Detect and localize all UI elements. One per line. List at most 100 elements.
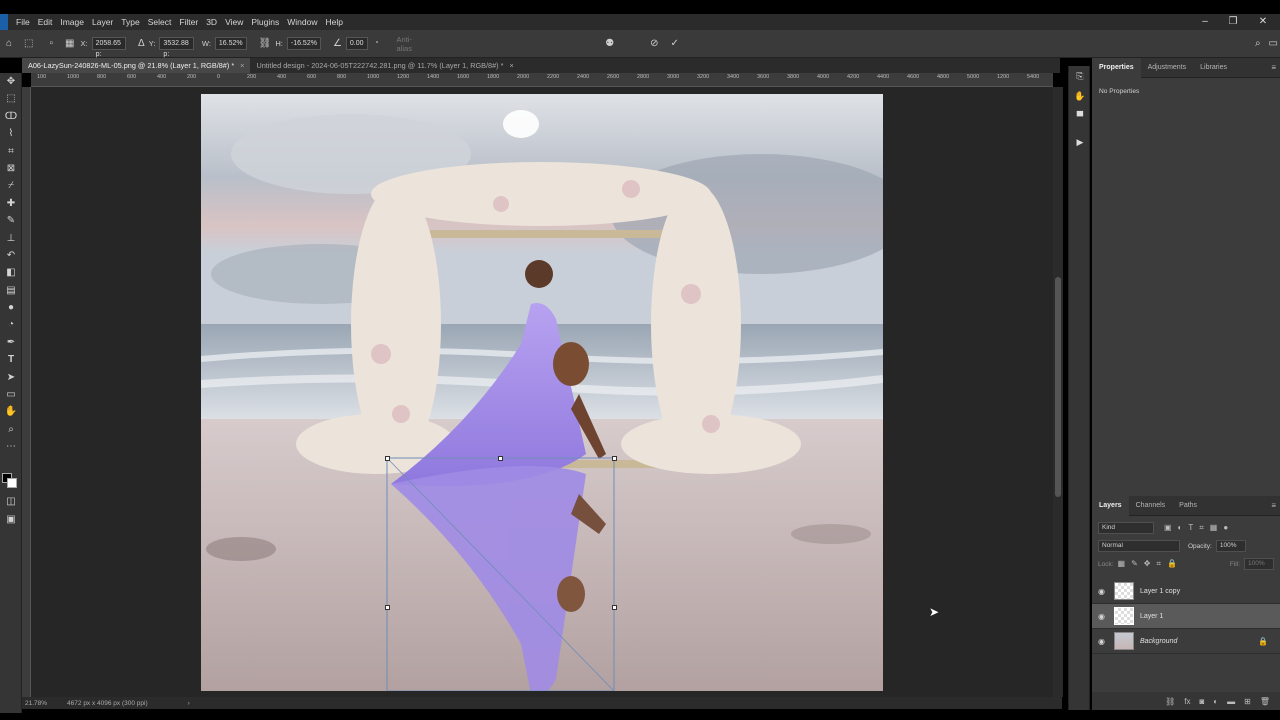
- y-field[interactable]: 3532.88 p:: [159, 37, 194, 58]
- menu-help[interactable]: Help: [321, 14, 346, 30]
- status-arrow-icon[interactable]: ›: [188, 700, 190, 707]
- angle-field[interactable]: 0.00: [345, 37, 368, 50]
- document-artwork[interactable]: [201, 94, 883, 691]
- menu-plugins[interactable]: Plugins: [247, 14, 283, 30]
- quick-select-tool-icon[interactable]: ⌇: [0, 125, 22, 142]
- screen-mode-icon[interactable]: ▣: [0, 511, 22, 528]
- crop-tool-icon[interactable]: ⌗: [0, 143, 22, 160]
- dodge-tool-icon[interactable]: ◔: [0, 316, 22, 333]
- lock-icons[interactable]: ▦✎✥⌗🔒: [1118, 559, 1183, 569]
- panel-menu-icon[interactable]: ≡: [1271, 63, 1276, 72]
- transform-handle[interactable]: [612, 456, 617, 461]
- menu-3d[interactable]: 3D: [202, 14, 221, 30]
- adjustment-layer-icon[interactable]: ◐: [1213, 697, 1218, 706]
- antialias-checkbox-label[interactable]: Anti-alias: [397, 35, 422, 53]
- close-window-icon[interactable]: ✕: [1248, 14, 1278, 30]
- layer-row-layer-1[interactable]: ◉ Layer 1: [1092, 604, 1280, 629]
- healing-brush-icon[interactable]: ✚: [0, 195, 22, 212]
- blur-tool-icon[interactable]: ●: [0, 299, 22, 316]
- eraser-tool-icon[interactable]: ◧: [0, 264, 22, 281]
- scrollbar-thumb[interactable]: [1055, 277, 1061, 497]
- add-mask-icon[interactable]: ◙: [1199, 697, 1204, 706]
- link-layers-icon[interactable]: ⛓: [1165, 697, 1175, 706]
- h-field[interactable]: -16.52%: [286, 37, 321, 50]
- vertical-ruler[interactable]: [22, 87, 31, 697]
- minimize-icon[interactable]: –: [1190, 14, 1220, 30]
- frame-tool-icon[interactable]: ⊠: [0, 160, 22, 177]
- tab-channels[interactable]: Channels: [1129, 496, 1173, 516]
- tab-adjustments[interactable]: Adjustments: [1141, 58, 1194, 78]
- menu-edit[interactable]: Edit: [34, 14, 57, 30]
- restore-icon[interactable]: ❐: [1218, 14, 1248, 30]
- menu-file[interactable]: File: [12, 14, 34, 30]
- cancel-transform-icon[interactable]: ⊘: [650, 38, 658, 49]
- new-group-icon[interactable]: ▬: [1227, 697, 1235, 706]
- quick-mask-icon[interactable]: ◫: [0, 493, 22, 510]
- history-brush-icon[interactable]: ↶: [0, 247, 22, 264]
- hand-tool-icon[interactable]: ✋: [0, 403, 22, 420]
- blend-mode-select[interactable]: Normal: [1098, 540, 1180, 552]
- menu-layer[interactable]: Layer: [88, 14, 117, 30]
- horizontal-ruler[interactable]: 100 1000 800 600 400 200 0 200 400 600 800 1000 1200…: [31, 73, 1053, 87]
- workspace-icon[interactable]: ▭: [1269, 38, 1278, 49]
- brush-panel-icon[interactable]: ✋: [1069, 86, 1091, 106]
- tab-close-icon[interactable]: ×: [509, 61, 513, 70]
- reference-point-icon[interactable]: ▫: [50, 38, 54, 49]
- tab-libraries[interactable]: Libraries: [1193, 58, 1234, 78]
- new-layer-icon[interactable]: ⊞: [1244, 697, 1251, 706]
- menu-image[interactable]: Image: [56, 14, 88, 30]
- gradient-tool-icon[interactable]: ▤: [0, 282, 22, 299]
- layer-row-layer-1-copy[interactable]: ◉ Layer 1 copy: [1092, 579, 1280, 604]
- zoom-tool-icon[interactable]: ⌕: [0, 421, 22, 438]
- layer-kind-filter[interactable]: Kind: [1098, 522, 1154, 534]
- eyedropper-tool-icon[interactable]: ⌿: [0, 177, 22, 194]
- w-field[interactable]: 16.52%: [214, 37, 247, 50]
- visibility-eye-icon[interactable]: ◉: [1098, 637, 1110, 646]
- tab-document-1[interactable]: A06-LazySun-240826-ML-05.png @ 21.8% (La…: [22, 58, 251, 73]
- menu-window[interactable]: Window: [283, 14, 321, 30]
- canvas-area[interactable]: ➤: [31, 87, 1053, 697]
- menu-type[interactable]: Type: [117, 14, 143, 30]
- search-icon[interactable]: ⌕: [1255, 38, 1261, 49]
- transform-handle[interactable]: [385, 605, 390, 610]
- lock-icon[interactable]: 🔒: [1258, 637, 1268, 646]
- tab-paths[interactable]: Paths: [1172, 496, 1204, 516]
- zoom-level[interactable]: 21.78%: [25, 700, 47, 707]
- more-tools-icon[interactable]: ⋯: [0, 438, 22, 455]
- panel-menu-icon[interactable]: ≡: [1271, 501, 1276, 510]
- menu-select[interactable]: Select: [144, 14, 176, 30]
- history-panel-icon[interactable]: ⎘: [1069, 66, 1091, 86]
- marquee-tool-icon[interactable]: ⬚: [0, 90, 22, 107]
- menu-view[interactable]: View: [221, 14, 247, 30]
- fill-field[interactable]: 100%: [1244, 558, 1274, 570]
- filter-icons[interactable]: ▣◐T⌗▦●: [1164, 523, 1234, 533]
- background-color-swatch[interactable]: [7, 478, 17, 488]
- warp-icon[interactable]: ⚉: [605, 38, 614, 49]
- opacity-field[interactable]: 100%: [1215, 540, 1246, 552]
- transform-handle[interactable]: [385, 456, 390, 461]
- layer-row-background[interactable]: ◉ Background 🔒: [1092, 629, 1280, 654]
- move-tool-icon[interactable]: ✥: [0, 73, 22, 90]
- brush-tool-icon[interactable]: ✎: [0, 212, 22, 229]
- grid-icon[interactable]: ▦: [65, 38, 74, 49]
- lasso-tool-icon[interactable]: ↀ: [0, 108, 22, 125]
- tab-document-2[interactable]: Untitled design - 2024-06-05T222742.281.…: [250, 58, 519, 73]
- tab-layers[interactable]: Layers: [1092, 495, 1129, 516]
- transform-tool-icon[interactable]: ⬚: [24, 38, 33, 49]
- pen-tool-icon[interactable]: ✒: [0, 334, 22, 351]
- x-field[interactable]: 2058.65 p:: [91, 37, 127, 58]
- tab-properties[interactable]: Properties: [1092, 57, 1141, 78]
- transform-handle[interactable]: [612, 605, 617, 610]
- type-tool-icon[interactable]: T: [0, 351, 22, 368]
- link-icon[interactable]: ⛓: [259, 38, 272, 49]
- comments-panel-icon[interactable]: ▀: [1069, 106, 1091, 126]
- menu-filter[interactable]: Filter: [175, 14, 202, 30]
- visibility-eye-icon[interactable]: ◉: [1098, 612, 1110, 621]
- fx-icon[interactable]: fx: [1184, 697, 1190, 706]
- delta-icon[interactable]: Δ: [138, 38, 145, 49]
- stamp-tool-icon[interactable]: ⊥: [0, 230, 22, 247]
- tab-close-icon[interactable]: ×: [240, 61, 244, 70]
- rectangle-tool-icon[interactable]: ▭: [0, 386, 22, 403]
- visibility-eye-icon[interactable]: ◉: [1098, 587, 1110, 596]
- path-select-icon[interactable]: ➤: [0, 369, 22, 386]
